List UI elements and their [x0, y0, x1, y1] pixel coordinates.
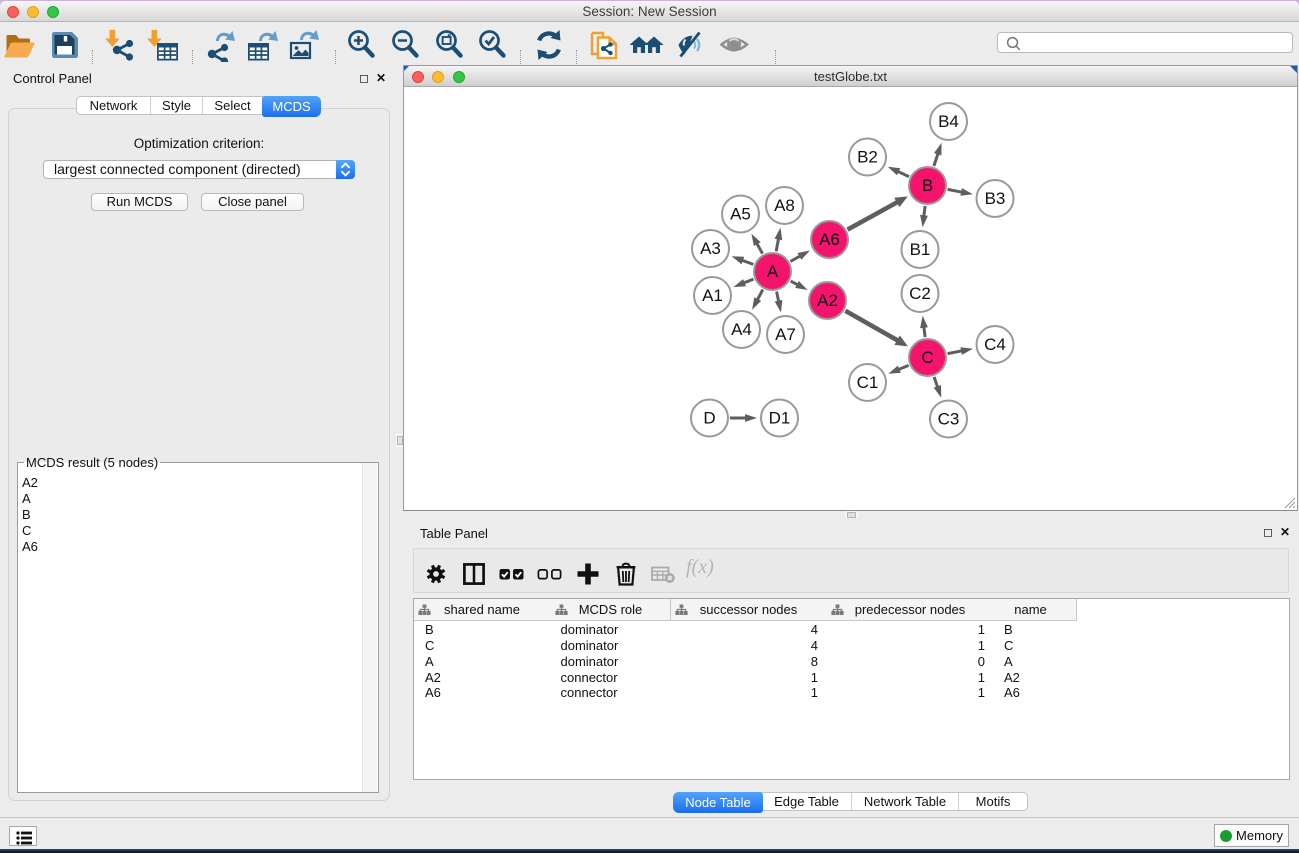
svg-text:B2: B2 — [857, 148, 878, 167]
svg-text:C4: C4 — [984, 335, 1006, 354]
svg-text:B1: B1 — [910, 240, 931, 259]
svg-text:A6: A6 — [819, 230, 840, 249]
svg-text:C1: C1 — [857, 373, 879, 392]
svg-text:A8: A8 — [774, 196, 795, 215]
svg-text:D1: D1 — [769, 409, 791, 428]
svg-text:C2: C2 — [909, 284, 931, 303]
svg-text:A: A — [767, 262, 779, 281]
svg-text:A3: A3 — [700, 239, 721, 258]
svg-text:D: D — [703, 409, 715, 428]
svg-text:B: B — [922, 176, 933, 195]
svg-text:A2: A2 — [817, 291, 838, 310]
svg-text:A7: A7 — [775, 325, 796, 344]
svg-text:A4: A4 — [731, 320, 752, 339]
svg-text:C: C — [921, 348, 933, 367]
svg-text:B4: B4 — [938, 112, 959, 131]
svg-text:C3: C3 — [938, 410, 960, 429]
svg-text:B3: B3 — [985, 189, 1006, 208]
svg-text:A1: A1 — [702, 286, 723, 305]
svg-text:A5: A5 — [730, 205, 751, 224]
